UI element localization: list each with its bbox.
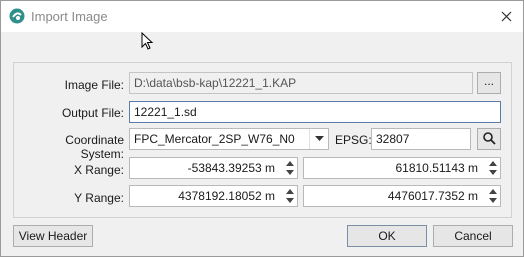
search-button[interactable] <box>477 128 501 150</box>
epsg-label: EPSG: <box>335 133 372 147</box>
y-min-spinbox[interactable]: 4378192.18052 m <box>129 185 298 207</box>
title-bar: Import Image <box>1 1 523 32</box>
close-button[interactable] <box>495 5 517 27</box>
view-header-button[interactable]: View Header <box>13 225 93 247</box>
spin-arrows-icon[interactable] <box>487 159 499 177</box>
coordinate-system-label: Coordinate System: <box>65 133 124 161</box>
x-min-value: -53843.39253 m <box>187 161 275 175</box>
image-file-field: D:\data\bsb-kap\12221_1.KAP <box>129 72 473 94</box>
y-min-value: 4378192.18052 m <box>178 189 275 203</box>
spin-arrows-icon[interactable] <box>284 187 296 205</box>
spin-arrows-icon[interactable] <box>284 159 296 177</box>
spin-arrows-icon[interactable] <box>487 187 499 205</box>
app-logo-icon <box>9 8 25 24</box>
x-max-value: 61810.51143 m <box>395 161 478 175</box>
output-file-label: Output File: <box>61 106 124 120</box>
close-icon <box>501 11 511 21</box>
coordinate-system-value: FPC_Mercator_2SP_W76_N0 <box>134 132 295 146</box>
output-file-input[interactable]: 12221_1.sd <box>129 101 501 123</box>
chevron-down-icon[interactable] <box>309 129 328 149</box>
image-file-label: Image File: <box>64 78 124 92</box>
search-icon <box>482 132 496 145</box>
ok-button[interactable]: OK <box>347 225 427 247</box>
x-min-spinbox[interactable]: -53843.39253 m <box>129 157 298 179</box>
coordinate-system-dropdown[interactable]: FPC_Mercator_2SP_W76_N0 <box>129 128 329 150</box>
browse-button[interactable]: ... <box>477 72 501 94</box>
cancel-button[interactable]: Cancel <box>433 225 513 247</box>
y-range-label: Y Range: <box>74 191 124 205</box>
x-max-spinbox[interactable]: 61810.51143 m <box>303 157 501 179</box>
mouse-cursor-icon <box>141 32 154 50</box>
y-max-spinbox[interactable]: 4476017.7352 m <box>303 185 501 207</box>
y-max-value: 4476017.7352 m <box>387 189 478 203</box>
epsg-input[interactable]: 32807 <box>371 128 471 150</box>
window-title: Import Image <box>31 9 108 24</box>
x-range-label: X Range: <box>73 163 124 177</box>
import-image-dialog: Import Image Image File: D:\data\bsb-kap… <box>0 0 524 257</box>
